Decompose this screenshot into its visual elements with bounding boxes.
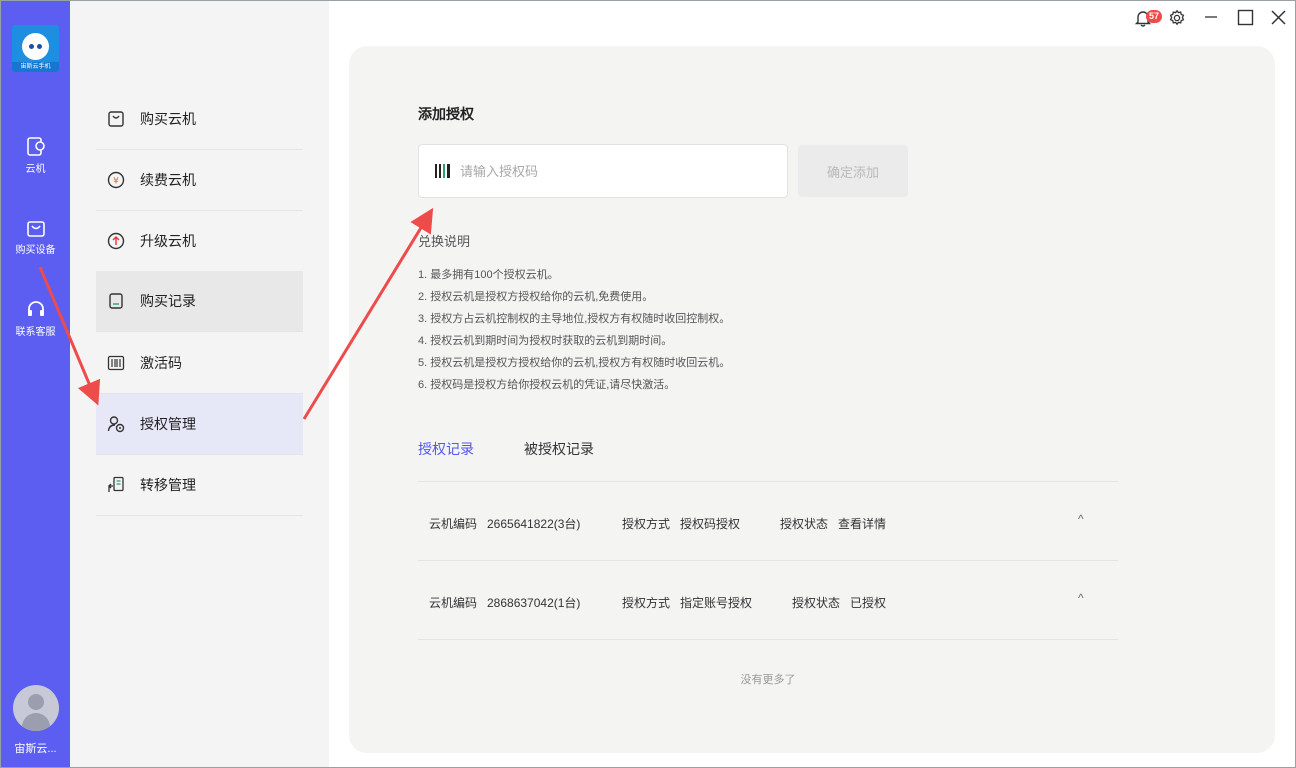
rule-item: 5. 授权云机是授权方授权给你的云机,授权方有权随时收回云机。 — [418, 357, 731, 369]
rail-item-label: 购买设备 — [15, 245, 56, 256]
tab-authorized-records[interactable]: 被授权记录 — [524, 439, 594, 459]
rail-item-buy-device[interactable]: 购买设备 — [1, 217, 70, 256]
transfer-icon — [106, 475, 126, 495]
record-tabs: 授权记录 被授权记录 — [418, 439, 644, 459]
rules-list: 1. 最多拥有100个授权云机。 2. 授权云机是授权方授权给你的云机,免费使用… — [418, 266, 730, 398]
minimize-icon[interactable] — [1203, 9, 1219, 25]
cloud-phone-icon — [26, 137, 45, 156]
status-value: 已授权 — [850, 596, 887, 610]
rule-item: 3. 授权方占云机控制权的主导地位,授权方有权随时收回控制权。 — [418, 313, 731, 325]
authorization-code-input[interactable] — [460, 163, 760, 179]
menu-item-authorization-management[interactable]: 授权管理 — [96, 394, 303, 455]
shopping-bag-icon — [26, 221, 45, 237]
barcode-icon — [435, 164, 450, 178]
authorization-code-field[interactable] — [418, 144, 788, 198]
secondary-menu: 购买云机 ¥ 续费云机 升级云机 购买记录 激活码 授权管理 转移管理 — [70, 1, 329, 767]
menu-item-label: 购买云机 — [140, 111, 196, 127]
rail-item-label: 联系客服 — [15, 327, 56, 338]
menu-item-label: 续费云机 — [140, 172, 196, 188]
upgrade-arrow-icon — [106, 231, 126, 251]
close-icon[interactable] — [1270, 9, 1287, 26]
method-value: 授权码授权 — [680, 517, 741, 531]
app-logo: 宙斯云手机 — [12, 25, 59, 72]
rule-item: 6. 授权码是授权方给你授权云机的凭证,请尽快激活。 — [418, 379, 676, 391]
menu-item-label: 转移管理 — [140, 477, 196, 493]
status-detail-link[interactable]: 查看详情 — [838, 515, 886, 532]
exchange-instructions-title: 兑换说明 — [418, 234, 471, 249]
menu-item-buy-cloud-phone[interactable]: 购买云机 — [96, 89, 303, 150]
yen-coin-icon: ¥ — [106, 170, 126, 190]
rule-item: 2. 授权云机是授权方授权给你的云机,免费使用。 — [418, 291, 654, 303]
rail-item-contact-support[interactable]: 联系客服 — [1, 299, 70, 338]
code-value: 2868637042(1台) — [487, 596, 581, 610]
no-more-text: 没有更多了 — [740, 674, 796, 686]
status-label: 授权状态 — [792, 596, 841, 610]
records-list: 云机编码 2665641822(3台) 授权方式 授权码授权 授权状态 查看详情… — [418, 481, 1118, 640]
notification-badge: 57 — [1146, 10, 1163, 23]
user-authorize-icon — [106, 414, 126, 434]
menu-item-upgrade-cloud-phone[interactable]: 升级云机 — [96, 211, 303, 272]
method-label: 授权方式 — [622, 517, 671, 531]
status-label: 授权状态 — [780, 517, 829, 531]
menu-item-label: 升级云机 — [140, 233, 196, 249]
menu-item-activation-code[interactable]: 激活码 — [96, 333, 303, 394]
method-label: 授权方式 — [622, 596, 671, 610]
rule-item: 4. 授权云机到期时间为授权时获取的云机到期时间。 — [418, 335, 673, 347]
headset-icon — [27, 301, 44, 316]
record-row[interactable]: 云机编码 2868637042(1台) 授权方式 指定账号授权 授权状态 已授权… — [418, 561, 1118, 640]
menu-item-label: 购买记录 — [140, 293, 196, 309]
menu-item-purchase-records[interactable]: 购买记录 — [96, 271, 303, 332]
receipt-icon — [106, 291, 126, 311]
method-value: 指定账号授权 — [680, 596, 753, 610]
left-rail: 宙斯云手机 云机 购买设备 联系客服 宙斯云... — [1, 1, 70, 767]
menu-item-transfer-management[interactable]: 转移管理 — [96, 455, 303, 516]
maximize-icon[interactable] — [1237, 9, 1254, 26]
robot-face-icon — [22, 33, 49, 60]
avatar[interactable] — [13, 685, 59, 731]
code-label: 云机编码 — [429, 517, 478, 531]
tab-authorization-records[interactable]: 授权记录 — [418, 439, 474, 459]
rail-item-label: 云机 — [25, 164, 46, 175]
gear-icon[interactable] — [1168, 9, 1186, 27]
confirm-add-button[interactable]: 确定添加 — [798, 145, 908, 197]
svg-text:¥: ¥ — [113, 177, 119, 187]
rail-item-cloud-phone[interactable]: 云机 — [1, 136, 70, 175]
logo-text: 宙斯云手机 — [12, 62, 59, 72]
barcode-icon — [106, 353, 126, 373]
user-name: 宙斯云... — [14, 743, 57, 755]
menu-item-renew-cloud-phone[interactable]: ¥ 续费云机 — [96, 150, 303, 211]
menu-item-label: 激活码 — [140, 355, 182, 371]
rule-item: 1. 最多拥有100个授权云机。 — [418, 269, 559, 281]
shopping-bag-icon — [106, 109, 126, 129]
chevron-up-icon[interactable]: ^ — [1078, 512, 1084, 526]
code-label: 云机编码 — [429, 596, 478, 610]
chevron-up-icon[interactable]: ^ — [1078, 591, 1084, 605]
section-title: 添加授权 — [418, 106, 474, 122]
menu-item-label: 授权管理 — [140, 416, 196, 432]
record-row[interactable]: 云机编码 2665641822(3台) 授权方式 授权码授权 授权状态 查看详情… — [418, 482, 1118, 561]
code-value: 2665641822(3台) — [487, 517, 581, 531]
